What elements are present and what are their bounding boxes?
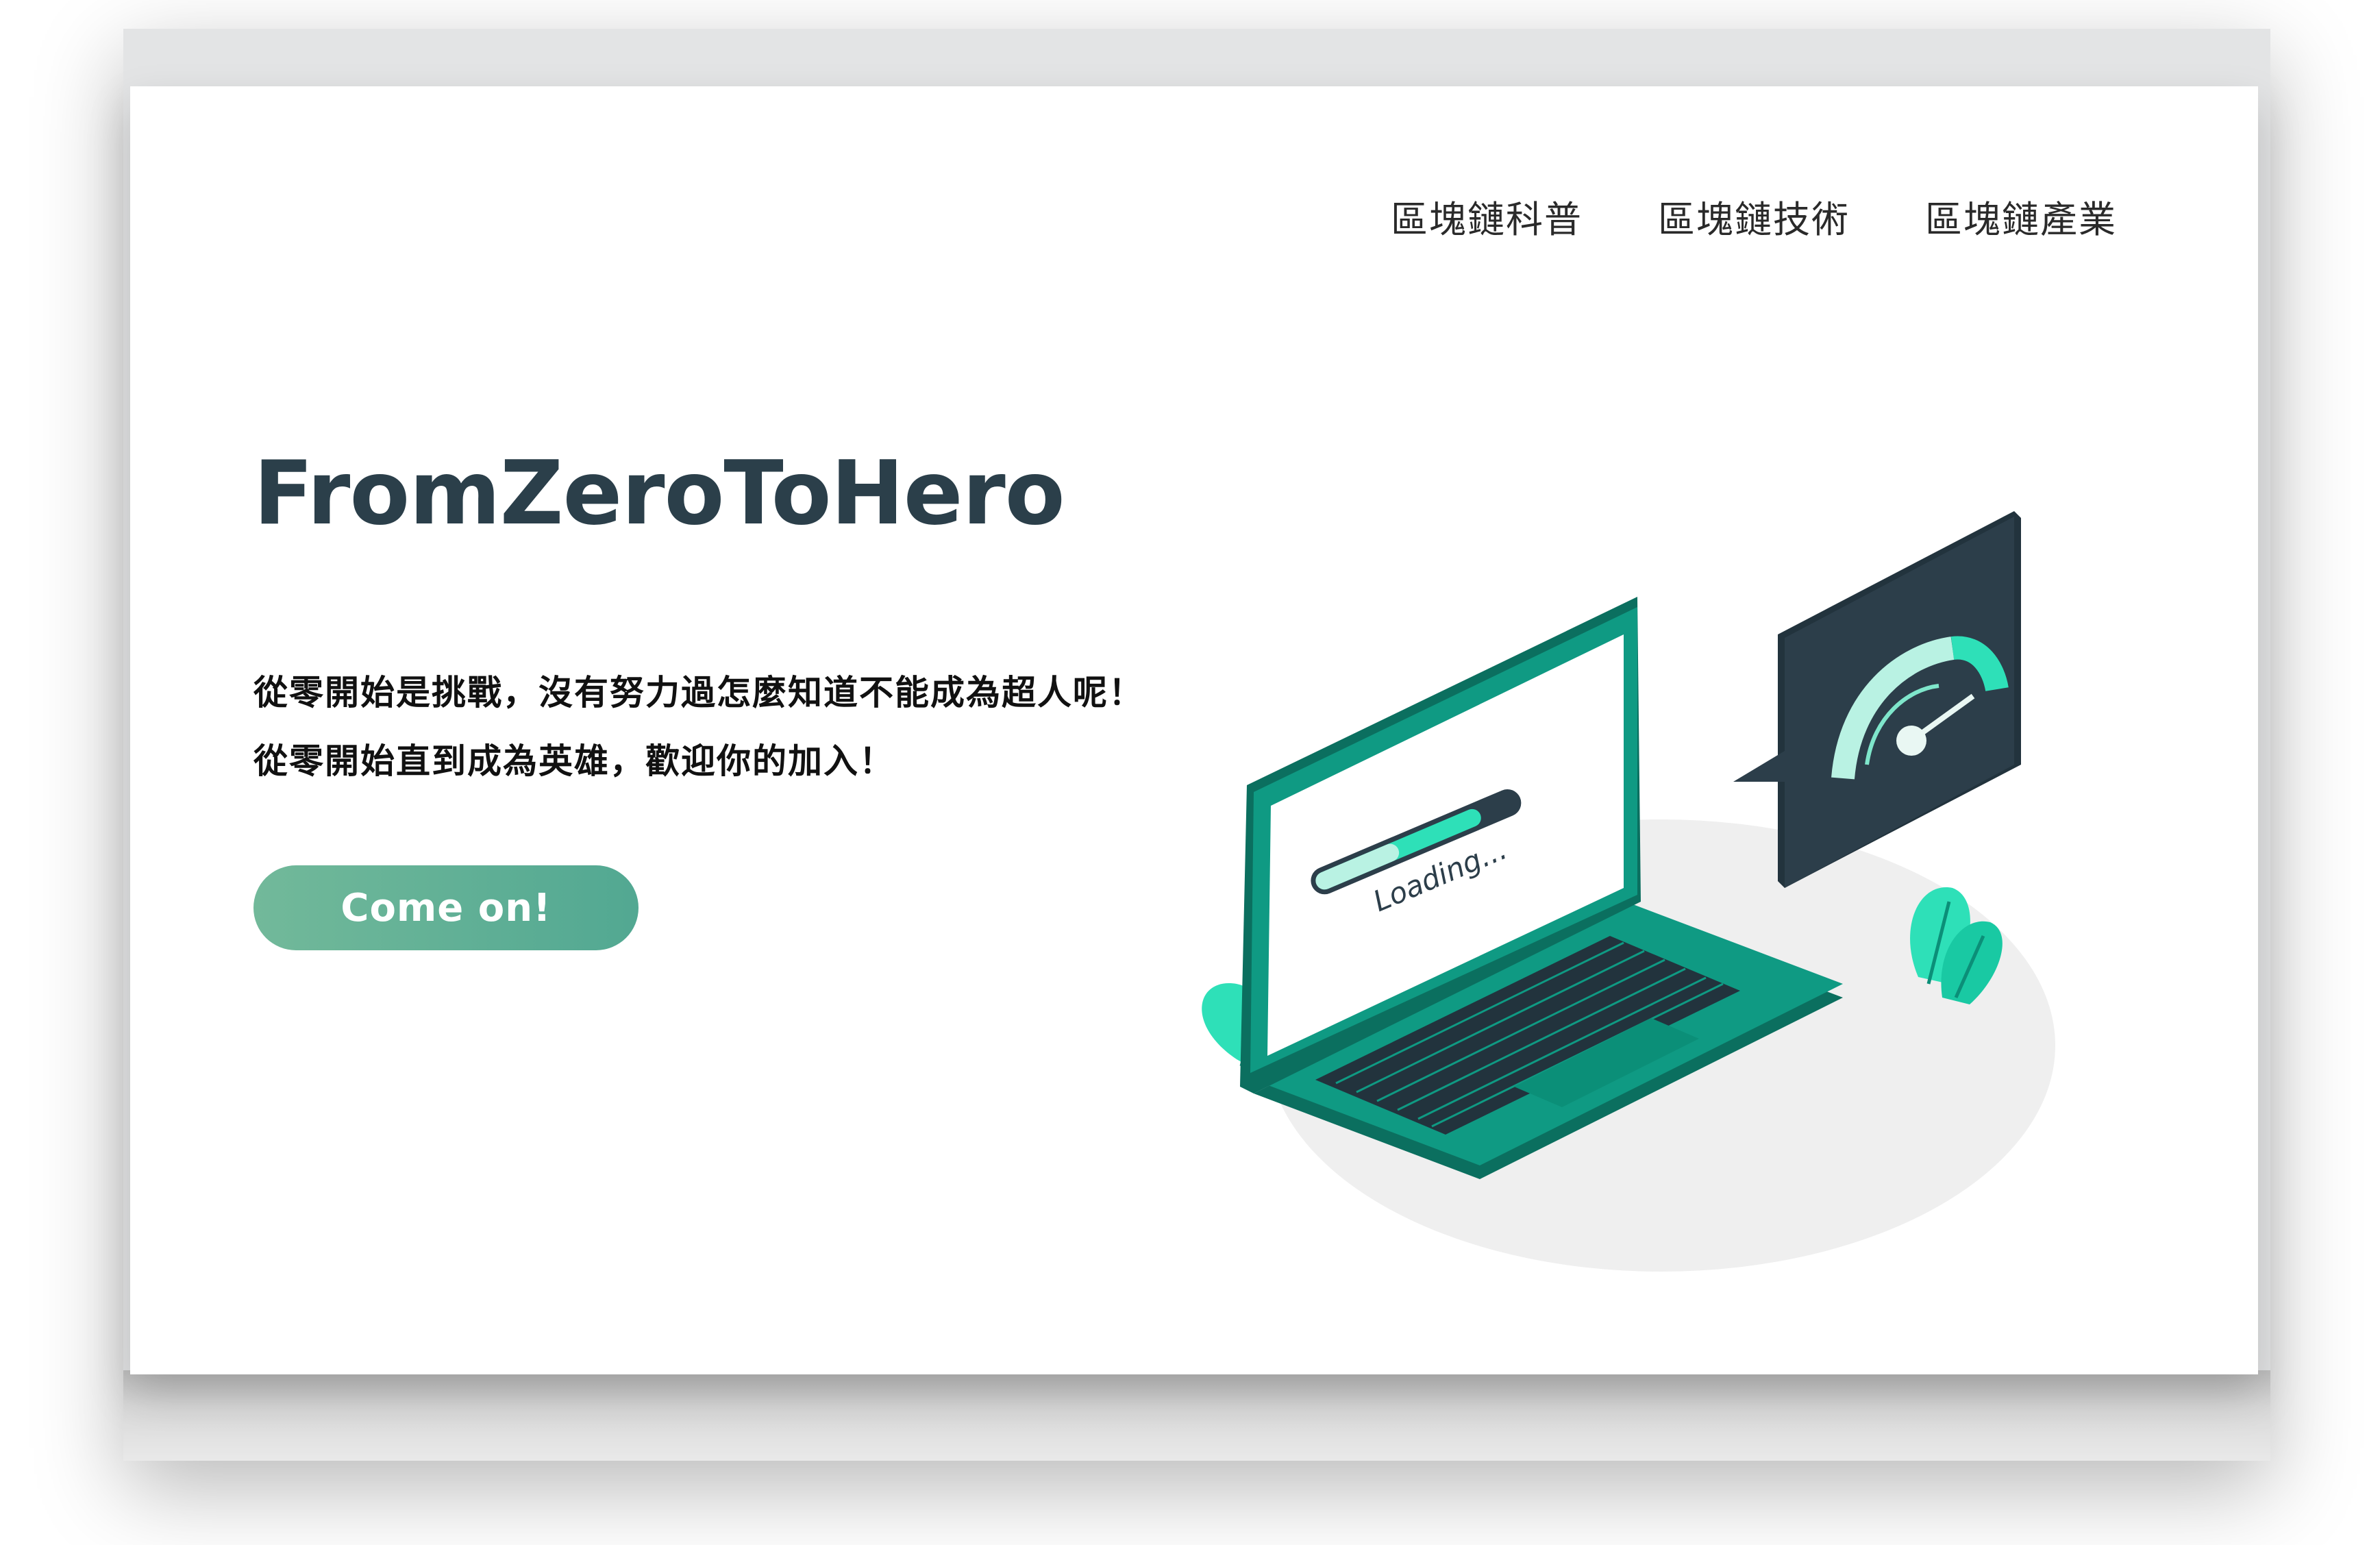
- hero-description-line: 從零開始是挑戰，沒有努力過怎麼知道不能成為超人呢！: [253, 673, 1144, 713]
- top-nav: 區塊鏈科普 區塊鏈技術 區塊鏈產業: [1391, 189, 2117, 243]
- browser-frame-bottom: [123, 1370, 2270, 1461]
- hero-description: 從零開始是挑戰，沒有努力過怎麼知道不能成為超人呢！ 從零開始直到成為英雄，歡迎你…: [253, 658, 1144, 795]
- come-on-button[interactable]: Come on!: [253, 865, 639, 950]
- landing-page: 區塊鏈科普 區塊鏈技術 區塊鏈產業 FromZeroToHero 從零開始是挑戰…: [130, 86, 2258, 1374]
- nav-item-blockchain-tech[interactable]: 區塊鏈技術: [1658, 189, 1850, 243]
- laptop-loading-illustration: Loading...: [1202, 511, 2055, 1272]
- hero-title: FromZeroToHero: [253, 443, 1065, 545]
- nav-item-blockchain-basics[interactable]: 區塊鏈科普: [1391, 189, 1583, 243]
- nav-item-blockchain-industry[interactable]: 區塊鏈產業: [1925, 189, 2117, 243]
- hero-description-line: 從零開始直到成為英雄，歡迎你的加入！: [253, 741, 895, 781]
